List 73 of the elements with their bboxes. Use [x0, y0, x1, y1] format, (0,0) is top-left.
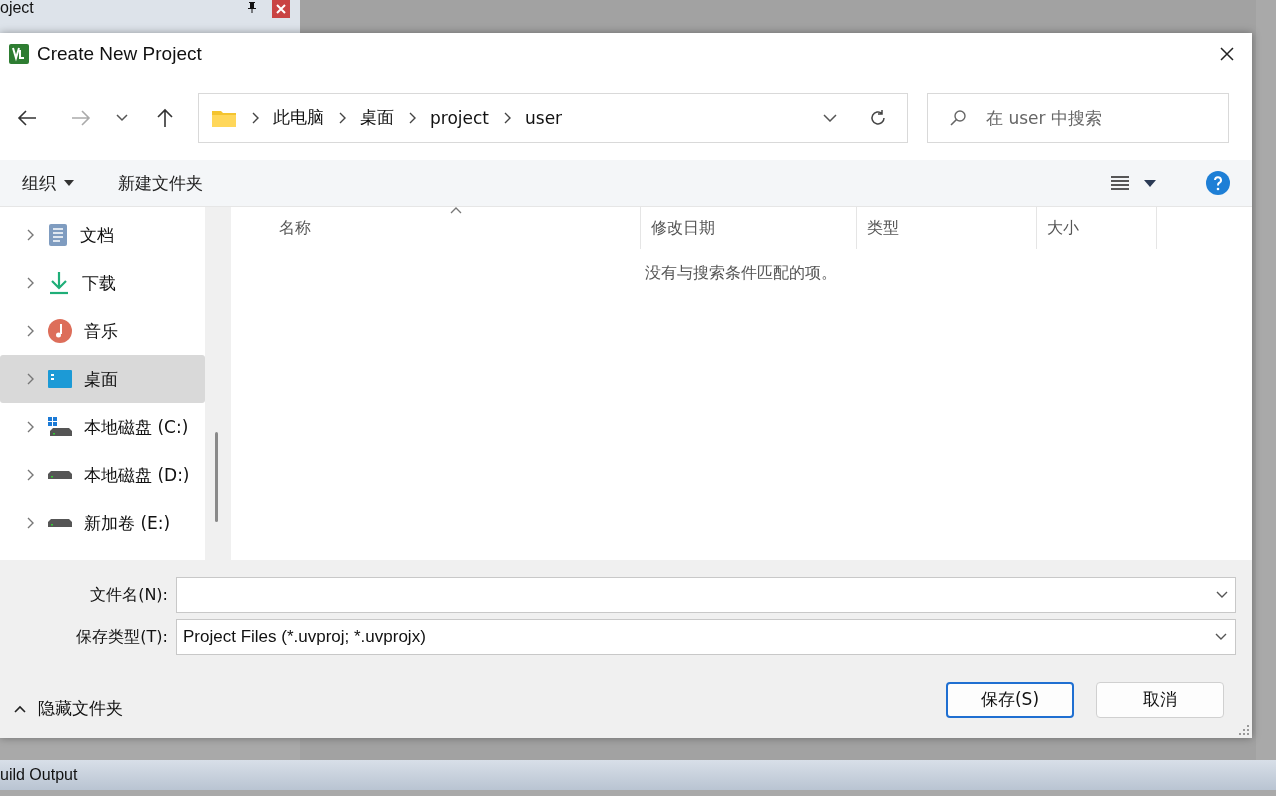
- view-menu-icon[interactable]: [1110, 175, 1130, 191]
- back-arrow-icon[interactable]: [16, 108, 38, 127]
- column-header[interactable]: 类型: [857, 207, 1037, 249]
- filename-field[interactable]: [176, 577, 1236, 613]
- breadcrumb-item[interactable]: 此电脑: [273, 106, 324, 129]
- file-type-dropdown[interactable]: Project Files (*.uvproj; *.uvprojx): [176, 619, 1236, 655]
- hide-folders-button[interactable]: 隐藏文件夹: [14, 697, 123, 720]
- pin-icon[interactable]: [247, 1, 257, 13]
- chevron-right-icon: [338, 111, 346, 124]
- up-arrow-icon[interactable]: [156, 107, 174, 128]
- drive-icon: [48, 470, 72, 480]
- music-note-icon: [48, 319, 72, 343]
- sidebar-item[interactable]: 下载: [0, 259, 205, 307]
- chevron-right-icon: [26, 325, 34, 337]
- panel-title: oject: [0, 0, 34, 16]
- refresh-icon[interactable]: [869, 108, 887, 127]
- download-icon: [48, 271, 70, 295]
- sidebar-label: 文档: [80, 223, 114, 247]
- caret-icon[interactable]: [1144, 179, 1156, 187]
- column-header[interactable]: 修改日期: [641, 207, 857, 249]
- resize-grip-icon[interactable]: [1239, 725, 1249, 735]
- sidebar-label: 本地磁盘 (D:): [84, 463, 190, 487]
- chevron-down-icon[interactable]: [823, 113, 837, 122]
- help-icon[interactable]: [1206, 171, 1230, 195]
- save-button[interactable]: 保存(S): [946, 681, 1074, 718]
- panel-title: uild Output: [0, 766, 78, 784]
- breadcrumb-item[interactable]: 桌面: [360, 106, 394, 129]
- sidebar-label: 下载: [82, 271, 116, 295]
- sidebar-label: 新加卷 (E:): [84, 511, 171, 535]
- sidebar-label: 音乐: [84, 319, 118, 343]
- chevron-right-icon: [408, 111, 416, 124]
- drive-icon: [48, 518, 72, 528]
- document-icon: [48, 223, 68, 247]
- drive-icon: [48, 417, 72, 437]
- chevron-right-icon: [26, 469, 34, 481]
- app-icon: [9, 44, 29, 64]
- close-icon[interactable]: [1219, 46, 1235, 62]
- chevron-right-icon: [503, 111, 511, 124]
- sidebar-item[interactable]: 新加卷 (E:): [0, 499, 205, 547]
- sidebar-item[interactable]: 桌面: [0, 355, 205, 403]
- cancel-button[interactable]: 取消: [1096, 681, 1224, 718]
- caret-icon: [64, 180, 74, 186]
- breadcrumb-item[interactable]: user: [525, 107, 563, 128]
- sidebar-label: 本地磁盘 (C:): [84, 415, 189, 439]
- breadcrumb-item[interactable]: project: [430, 107, 489, 128]
- column-header[interactable]: 大小: [1037, 207, 1157, 249]
- chevron-right-icon: [26, 373, 34, 385]
- chevron-right-icon: [26, 421, 34, 433]
- window-title: Create New Project: [37, 43, 202, 65]
- chevron-down-icon[interactable]: [1215, 633, 1227, 641]
- chevron-right-icon: [26, 517, 34, 529]
- chevron-down-icon[interactable]: [1216, 591, 1228, 599]
- chevron-up-icon: [14, 704, 26, 713]
- chevron-right-icon: [26, 229, 34, 241]
- sidebar-item[interactable]: 本地磁盘 (C:): [0, 403, 205, 451]
- sidebar-item[interactable]: 文档: [0, 211, 205, 259]
- chevron-down-icon[interactable]: [116, 113, 128, 122]
- chevron-right-icon: [251, 111, 259, 124]
- sidebar-item[interactable]: 本地磁盘 (D:): [0, 451, 205, 499]
- empty-message: 没有与搜索条件匹配的项。: [644, 263, 838, 284]
- column-header[interactable]: 名称: [231, 207, 641, 249]
- new-folder-button[interactable]: 新建文件夹: [118, 171, 203, 195]
- sidebar-item[interactable]: 音乐: [0, 307, 205, 355]
- field-label: 保存类型(T):: [75, 626, 169, 648]
- chevron-right-icon: [26, 277, 34, 289]
- scrollbar-thumb[interactable]: [215, 432, 218, 522]
- address-bar[interactable]: 此电脑 桌面 project user: [198, 92, 908, 143]
- sidebar-label: 桌面: [84, 367, 118, 391]
- desktop-icon: [48, 370, 72, 388]
- search-icon: [949, 108, 967, 127]
- search-field[interactable]: 在 user 中搜索: [927, 92, 1229, 143]
- field-label: 文件名(N):: [89, 584, 169, 606]
- organize-button[interactable]: 组织: [22, 171, 74, 195]
